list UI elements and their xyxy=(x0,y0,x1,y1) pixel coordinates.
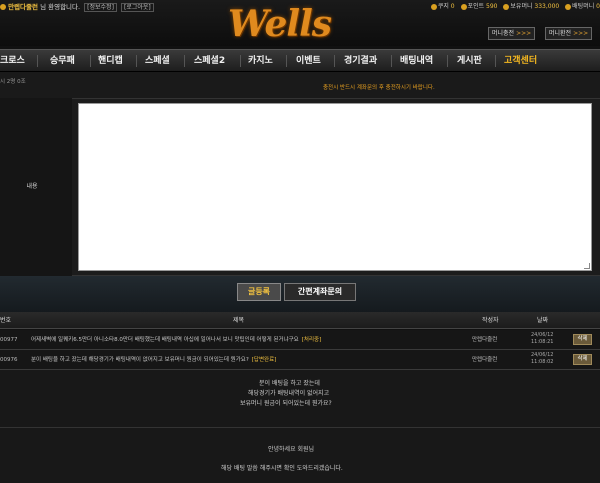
post-count: 시 2명 0조 xyxy=(0,79,26,85)
status-badge: [처리중] xyxy=(301,337,322,343)
answer-divider xyxy=(0,427,600,428)
board-subbar: 시 2명 0조 xyxy=(0,72,600,98)
submit-post-button[interactable]: 글등록 xyxy=(237,283,281,301)
holding-money-icon xyxy=(503,3,510,10)
deposit-label: 머니충전 xyxy=(492,30,515,37)
table-header: 번호 제목 작성자 날짜 xyxy=(0,312,600,329)
nav-divider xyxy=(136,55,137,67)
nav-divider xyxy=(334,55,335,67)
nav-divider xyxy=(37,55,38,67)
logout-link[interactable]: [로그아웃] xyxy=(121,3,154,12)
col-date: 날짜 xyxy=(537,317,549,324)
delete-button[interactable]: 삭제 xyxy=(573,334,592,345)
edit-info-link[interactable]: [정보수정] xyxy=(84,3,117,12)
site-logo[interactable]: Wells xyxy=(228,3,348,45)
answer-line: 안녕하세요 회원님 xyxy=(268,446,315,453)
question-line: 해당경기가 배팅내역이 없어지고 xyxy=(248,390,330,397)
stat-label-point: 포인트 xyxy=(467,3,485,10)
nav-item-results[interactable]: 경기결과 xyxy=(344,50,377,72)
row-date: 24/06/12 11:08:21 xyxy=(531,332,554,345)
row-author: 만렙다줄런 xyxy=(472,337,498,343)
stat-label-coupon: 쿠지 xyxy=(437,3,449,10)
stat-value-coupon: 0 xyxy=(450,3,455,10)
bet-money-icon xyxy=(565,3,572,10)
nav-divider xyxy=(495,55,496,67)
col-author: 작성자 xyxy=(482,317,499,324)
account-inquiry-button[interactable]: 간편계좌문의 xyxy=(284,283,356,301)
nav-divider xyxy=(286,55,287,67)
delete-button[interactable]: 삭제 xyxy=(573,354,592,365)
row-title-link[interactable]: 분이 배팅을 하고 잤는데 해당경기가 배팅내역이 없어지고 보유머니 원금이 … xyxy=(31,350,276,370)
username: 만렙다줄런 xyxy=(8,3,38,11)
nav-divider xyxy=(90,55,91,67)
stat-label-bet: 배팅머니 xyxy=(572,3,595,10)
content-textarea[interactable] xyxy=(78,103,592,271)
col-title: 제목 xyxy=(233,317,245,324)
nav-item-event[interactable]: 이벤트 xyxy=(296,50,321,72)
nav-item-win-draw-lose[interactable]: 승무패 xyxy=(50,50,75,72)
nav-divider xyxy=(447,55,448,67)
nav-item-handicap[interactable]: 핸디캡 xyxy=(98,50,123,72)
stat-value-bet: 0 xyxy=(596,3,600,10)
question-line: 분이 배팅을 하고 잤는데 xyxy=(259,380,320,387)
user-icon xyxy=(0,4,6,10)
col-no: 번호 xyxy=(0,317,12,324)
content-label: 내용 xyxy=(0,98,72,276)
user-stats: 쿠지 0 포인트 590 보유머니 333,000 배팅머니 0 xyxy=(430,1,600,10)
nav-item-casino[interactable]: 카지노 xyxy=(248,50,273,72)
withdraw-label: 머니환전 xyxy=(549,30,572,37)
nav-divider xyxy=(391,55,392,67)
nav-item-bet-history[interactable]: 배팅내역 xyxy=(400,50,433,72)
deposit-button[interactable]: 머니충전 >>> xyxy=(488,27,536,40)
nav-item-customer-center[interactable]: 고객센터 xyxy=(504,50,537,72)
resize-handle-icon[interactable] xyxy=(584,263,590,269)
answer-line: 해당 배팅 말씀 해주시면 확인 도와드리겠습니다. xyxy=(221,465,343,472)
nav-divider xyxy=(240,55,241,67)
deposit-notice: 충전시 반드시 계좌문의 후 충전하시기 바랍니다. xyxy=(323,85,435,91)
stat-label-holding: 보유머니 xyxy=(510,3,533,10)
status-badge: [답변완료] xyxy=(251,357,277,363)
chevron-right-icon: >>> xyxy=(516,30,532,37)
withdraw-button[interactable]: 머니환전 >>> xyxy=(545,27,593,40)
welcome-text: 만렙다줄런 님 환영합니다. [정보수정] [로그아웃] xyxy=(0,1,154,12)
chevron-right-icon: >>> xyxy=(573,30,589,37)
table-row[interactable]: 00977 어제새벽에 일퀘키6.5만더 아니소타8.0만더 배팅했는데 배팅내… xyxy=(0,330,600,350)
coupon-icon xyxy=(430,3,437,10)
nav-item-special2[interactable]: 스페셜2 xyxy=(194,50,225,72)
table-row[interactable]: 00976 분이 배팅을 하고 잤는데 해당경기가 배팅내역이 없어지고 보유머… xyxy=(0,350,600,370)
welcome-suffix: 님 환영합니다. xyxy=(40,3,81,11)
nav-item-cross[interactable]: 크로스 xyxy=(0,50,25,72)
stat-value-holding: 333,000 xyxy=(534,3,560,10)
point-icon xyxy=(460,3,467,10)
nav-item-board[interactable]: 게시판 xyxy=(457,50,482,72)
nav-divider xyxy=(184,55,185,67)
main-nav: 크로스 승무패 핸디캡 스페셜 스페셜2 카지노 이벤트 경기결과 배팅내역 게… xyxy=(0,49,600,72)
row-no: 00976 xyxy=(0,357,18,363)
row-author: 만렙다줄런 xyxy=(472,357,498,363)
nav-item-special[interactable]: 스페셜 xyxy=(145,50,170,72)
row-title-link[interactable]: 어제새벽에 일퀘키6.5만더 아니소타8.0만더 배팅했는데 배팅내역 아십에 … xyxy=(31,330,321,350)
question-line: 보유머니 원금이 되어있는데 뭔가요? xyxy=(240,400,332,407)
row-no: 00977 xyxy=(0,337,18,343)
row-date: 24/06/12 11:08:02 xyxy=(531,352,554,365)
stat-value-point: 590 xyxy=(486,3,498,10)
